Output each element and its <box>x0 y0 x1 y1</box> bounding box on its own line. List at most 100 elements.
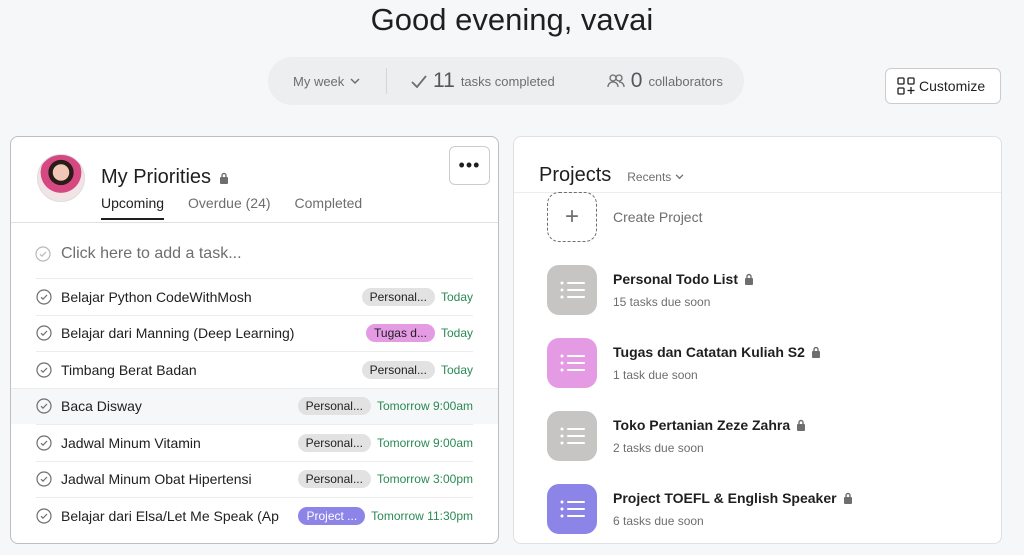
lock-icon <box>220 172 229 184</box>
due-date: Today <box>440 362 473 377</box>
project-tag[interactable]: Personal... <box>297 397 371 416</box>
task-row[interactable]: Belajar Python CodeWithMosh Personal... To… <box>36 278 473 315</box>
task-row[interactable]: Belajar dari Manning (Deep Learning) Tuga… <box>36 314 473 352</box>
project-info: Toko Pertanian Zeze Zahra 2 tasks due soo… <box>613 417 806 455</box>
due-date: Tomorrow 9:00am <box>376 435 473 450</box>
avatar[interactable] <box>37 154 85 202</box>
project-tag[interactable]: Personal... <box>297 433 371 452</box>
check-circle-icon[interactable] <box>36 362 52 378</box>
project-name-text: Project TOEFL & English Speaker <box>613 490 837 506</box>
task-row[interactable]: Jadwal Minum Vitamin Personal... Tomorrow … <box>36 424 473 461</box>
recents-dropdown[interactable]: Recents <box>627 170 684 184</box>
project-tag[interactable]: Personal... <box>361 360 435 379</box>
project-item[interactable]: Tugas dan Catatan Kuliah S2 1 task due so… <box>547 338 821 388</box>
period-dropdown[interactable]: My week <box>268 74 386 89</box>
lock-icon <box>744 273 753 285</box>
check-circle-icon[interactable] <box>36 435 52 451</box>
project-tag[interactable]: Project ... <box>298 506 366 525</box>
project-tag[interactable]: Tugas d... <box>366 324 435 343</box>
task-row[interactable]: Jadwal Minum Obat Hipertensi Personal... T… <box>36 460 473 498</box>
project-info: Project TOEFL & English Speaker 6 tasks d… <box>613 490 853 528</box>
tasks-completed-label: tasks completed <box>460 73 555 89</box>
check-circle-icon[interactable] <box>36 508 52 524</box>
project-item[interactable]: Project TOEFL & English Speaker 6 tasks d… <box>547 484 853 534</box>
create-project-button[interactable]: + Create Project <box>547 192 702 242</box>
list-icon <box>547 265 597 315</box>
weekly-stats-bar: My week 11 tasks completed 0 collaborato… <box>268 57 744 105</box>
project-due-summary: 15 tasks due soon <box>613 295 711 309</box>
check-circle-icon <box>35 246 51 262</box>
projects-card: Projects Recents + Create Project Person… <box>513 136 1002 544</box>
project-name-text: Toko Pertanian Zeze Zahra <box>613 417 791 433</box>
customize-label: Customize <box>919 78 986 94</box>
add-task-placeholder: Click here to add a task... <box>61 245 242 262</box>
collaborators-stat: 0 collaborators <box>607 69 723 93</box>
more-options-button[interactable]: ••• <box>449 146 490 185</box>
add-task-input[interactable]: Click here to add a task... <box>35 245 242 263</box>
widgets-icon <box>897 77 915 95</box>
due-date: Today <box>440 289 473 304</box>
project-name-text: Tugas dan Catatan Kuliah S2 <box>613 344 805 360</box>
check-circle-icon[interactable] <box>36 398 52 414</box>
task-name: Belajar dari Elsa/Let Me Speak (Ap <box>61 507 279 524</box>
tab-upcoming[interactable]: Upcoming <box>101 195 165 220</box>
due-date: Today <box>440 326 473 341</box>
task-name: Timbang Berat Badan <box>61 361 197 378</box>
create-project-label: Create Project <box>613 209 703 225</box>
project-name-text: Personal Todo List <box>613 271 738 287</box>
project-name: Tugas dan Catatan Kuliah S2 <box>613 344 821 360</box>
project-tag[interactable]: Personal... <box>297 470 371 489</box>
priorities-title: My Priorities <box>101 166 229 189</box>
recents-label: Recents <box>627 170 672 184</box>
project-name: Toko Pertanian Zeze Zahra <box>613 417 806 433</box>
tab-completed[interactable]: Completed <box>295 195 363 220</box>
people-icon <box>607 74 625 88</box>
check-circle-icon[interactable] <box>36 289 52 305</box>
task-list: Belajar Python CodeWithMosh Personal... To… <box>11 278 498 534</box>
tab-overdue[interactable]: Overdue (24) <box>188 195 270 220</box>
chevron-down-icon <box>350 77 360 84</box>
priorities-tabs: Upcoming Overdue (24) Completed <box>101 195 362 220</box>
priorities-title-text: My Priorities <box>101 166 212 188</box>
lock-icon <box>811 346 820 358</box>
ellipsis-icon: ••• <box>458 155 481 175</box>
project-info: Tugas dan Catatan Kuliah S2 1 task due so… <box>613 344 821 382</box>
project-due-summary: 2 tasks due soon <box>613 441 704 455</box>
projects-title: Projects <box>539 164 612 186</box>
due-date: Tomorrow 11:30pm <box>371 508 473 523</box>
due-date: Tomorrow 3:00pm <box>376 472 473 487</box>
list-icon <box>547 484 597 534</box>
task-name: Belajar dari Manning (Deep Learning) <box>61 325 295 342</box>
task-name: Baca Disway <box>61 398 142 415</box>
tasks-completed-stat: 11 tasks completed <box>411 69 555 93</box>
customize-button[interactable]: Customize <box>885 68 1001 104</box>
task-name: Belajar Python CodeWithMosh <box>61 288 252 305</box>
check-icon <box>411 74 427 88</box>
project-info: Personal Todo List 15 tasks due soon <box>613 271 754 309</box>
list-icon <box>547 411 597 461</box>
task-name: Jadwal Minum Obat Hipertensi <box>61 471 252 488</box>
collaborators-count: 0 <box>630 69 643 92</box>
project-item[interactable]: Toko Pertanian Zeze Zahra 2 tasks due soo… <box>547 411 806 461</box>
check-circle-icon[interactable] <box>36 471 52 487</box>
chevron-down-icon <box>675 174 684 180</box>
project-name: Personal Todo List <box>613 271 754 287</box>
lock-icon <box>797 419 806 431</box>
greeting-heading: Good evening, vavai <box>370 2 654 37</box>
my-priorities-card: My Priorities ••• Upcoming Overdue (24) … <box>10 136 499 544</box>
project-name: Project TOEFL & English Speaker <box>613 490 853 506</box>
period-label: My week <box>293 73 345 89</box>
project-tag[interactable]: Personal... <box>361 287 435 306</box>
list-icon <box>547 338 597 388</box>
check-circle-icon[interactable] <box>36 325 52 341</box>
task-row[interactable]: Belajar dari Elsa/Let Me Speak (Ap Projec… <box>36 497 473 534</box>
task-row[interactable]: Baca Disway Personal... Tomorrow 9:00am <box>11 387 498 424</box>
tasks-completed-count: 11 <box>433 69 455 92</box>
tabs-divider <box>11 222 498 223</box>
project-item[interactable]: Personal Todo List 15 tasks due soon <box>547 265 754 315</box>
projects-header: Projects Recents <box>539 164 684 187</box>
task-row[interactable]: Timbang Berat Badan Personal... Today <box>36 351 473 388</box>
project-due-summary: 6 tasks due soon <box>613 514 704 528</box>
plus-icon: + <box>547 192 597 242</box>
due-date: Tomorrow 9:00am <box>376 399 473 414</box>
